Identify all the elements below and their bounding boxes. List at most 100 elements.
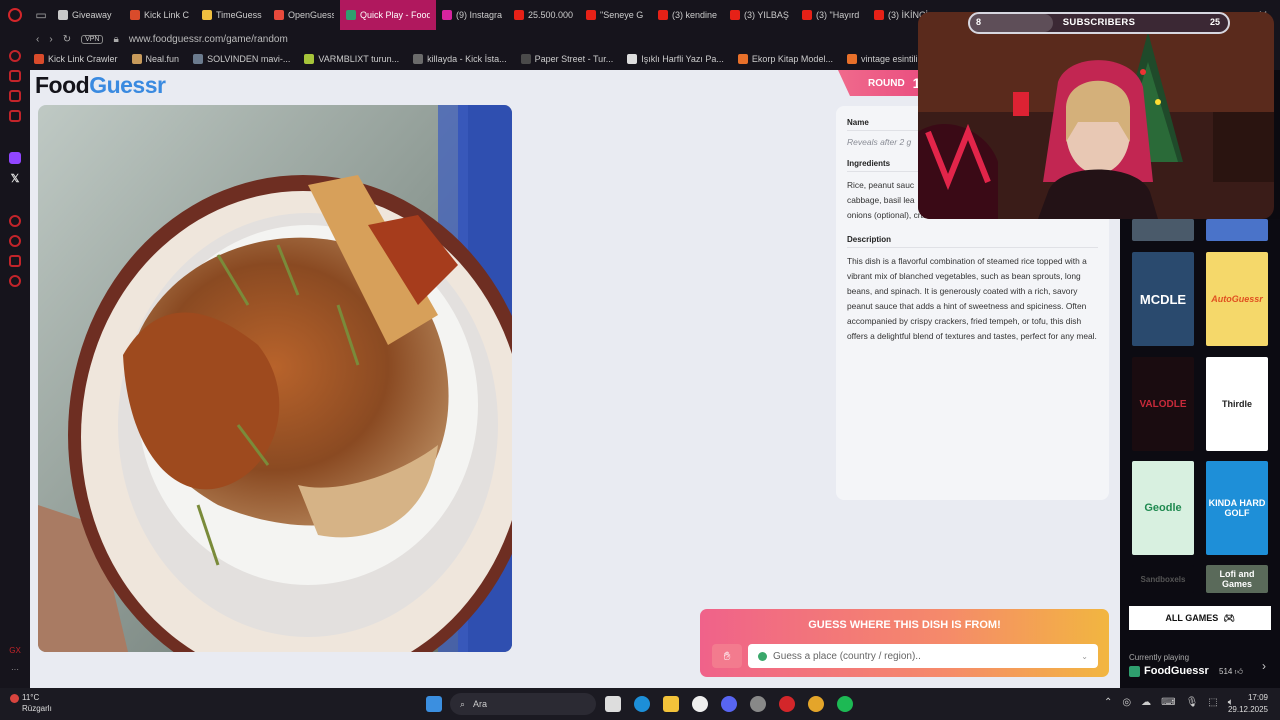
- current-game[interactable]: FoodGuessr: [1129, 665, 1209, 677]
- game-card-kinda-hard-golf[interactable]: KINDA HARD GOLF: [1206, 461, 1268, 555]
- bookmark-label: Paper Street - Tur...: [534, 54, 614, 64]
- discord-icon[interactable]: [721, 696, 737, 712]
- tab-favicon-icon: [442, 10, 452, 20]
- task-view-icon[interactable]: [605, 696, 621, 712]
- obs-icon[interactable]: [750, 696, 766, 712]
- x-icon[interactable]: 𝕏: [11, 172, 20, 185]
- game-card-geodle[interactable]: Geodle: [1132, 461, 1194, 555]
- browser-tab[interactable]: 25.500.000: [508, 0, 580, 30]
- subscribers-goal-bar: 8 SUBSCRIBERS 25: [968, 12, 1230, 34]
- browser-tab[interactable]: (3) "Hayırd: [796, 0, 868, 30]
- next-icon[interactable]: ›: [1262, 659, 1266, 673]
- bookmark-item[interactable]: Paper Street - Tur...: [520, 54, 614, 64]
- bookmark-item[interactable]: VARMBLIXT turun...: [304, 54, 399, 64]
- bookmark-item[interactable]: killayda - Kick İsta...: [413, 54, 507, 64]
- start-icon[interactable]: [426, 696, 442, 712]
- aria-icon[interactable]: [9, 50, 21, 62]
- weather-icon: [10, 694, 19, 703]
- browser-tab[interactable]: (3) YILBAŞ: [724, 0, 796, 30]
- keyboard-icon[interactable]: ⌨︎: [1161, 697, 1175, 708]
- game-card-thirdle[interactable]: Thirdle: [1206, 357, 1268, 451]
- bookmark-item[interactable]: SOLVINDEN mavi-...: [193, 54, 290, 64]
- bookmark-favicon-icon: [304, 54, 315, 64]
- description-heading: Description: [847, 235, 1098, 248]
- game-card-partial-right[interactable]: [1206, 219, 1268, 241]
- taskbar-clock[interactable]: 17:09 29.12.2025: [1228, 692, 1268, 716]
- bookmark-label: Ekorp Kitap Model...: [751, 54, 833, 64]
- back-icon[interactable]: ‹: [36, 34, 39, 45]
- bookmark-item[interactable]: Işıklı Harfli Yazı Pa...: [627, 54, 724, 64]
- browser-tab[interactable]: "Seneye G: [580, 0, 652, 30]
- guess-input[interactable]: Guess a place (country / region).. ⌄: [748, 644, 1098, 668]
- file-explorer-icon[interactable]: [663, 696, 679, 712]
- game-card-valodle[interactable]: VALODLE: [1132, 357, 1194, 451]
- game-card-partial-left[interactable]: [1132, 219, 1194, 241]
- bookmark-label: Neal.fun: [145, 54, 180, 64]
- browser-tab[interactable]: OpenGuess: [268, 0, 340, 30]
- cloud-icon[interactable]: ☁︎: [1141, 697, 1151, 708]
- browser-tab[interactable]: TimeGuess: [196, 0, 268, 30]
- subscribers-label: SUBSCRIBERS: [1062, 17, 1136, 28]
- tab-label: 25.500.000: [528, 10, 574, 20]
- opera-gx-icon[interactable]: [779, 696, 795, 712]
- hint-button[interactable]: ✋︎: [712, 644, 742, 668]
- game-card-lofi-and-games[interactable]: Lofi and Games: [1206, 565, 1268, 593]
- messenger-icon[interactable]: [9, 70, 21, 82]
- tab-favicon-icon: [730, 10, 740, 20]
- subscribers-goal: 25: [1209, 17, 1220, 27]
- game-card-mcdle[interactable]: MCDLE: [1132, 252, 1194, 346]
- tab-favicon-icon: [58, 10, 68, 20]
- tab-overview-icon[interactable]: ▭: [30, 0, 52, 30]
- all-games-button[interactable]: ALL GAMES 🎮︎: [1129, 606, 1271, 630]
- webcam-overlay: [918, 12, 1274, 219]
- twitch-icon[interactable]: [9, 152, 21, 164]
- chat-icon[interactable]: [9, 90, 21, 102]
- forward-icon[interactable]: ›: [49, 34, 52, 45]
- opera-logo-icon[interactable]: [0, 0, 30, 30]
- chevron-up-icon[interactable]: ⌃: [1104, 697, 1112, 708]
- microphone-icon[interactable]: 🎙︎: [1186, 697, 1199, 708]
- history-icon[interactable]: [9, 235, 21, 247]
- currently-playing-label: Currently playing: [1129, 653, 1190, 662]
- reload-icon[interactable]: ↻: [63, 34, 71, 45]
- browser-tab[interactable]: Kick Link C: [124, 0, 196, 30]
- bookmark-label: Kick Link Crawler: [48, 54, 118, 64]
- tab-favicon-icon: [130, 10, 140, 20]
- browser-tab[interactable]: Quick Play - FoodGu: [340, 0, 436, 30]
- url-field[interactable]: www.foodguessr.com/game/random: [129, 34, 288, 45]
- chrome-icon[interactable]: [808, 696, 824, 712]
- weather-widget[interactable]: 11°C Rüzgarlı: [10, 692, 52, 714]
- taskbar-search[interactable]: ⌕ Ara: [450, 693, 596, 715]
- extensions-icon[interactable]: [9, 255, 21, 267]
- bookmark-favicon-icon: [846, 54, 857, 64]
- bookmark-item[interactable]: Neal.fun: [131, 54, 180, 64]
- browser-tab[interactable]: (9) Instagra: [436, 0, 508, 30]
- tray-app-icon[interactable]: ◎: [1122, 697, 1131, 708]
- network-icon[interactable]: ⬚: [1208, 697, 1217, 708]
- vpn-badge[interactable]: VPN: [81, 34, 104, 44]
- chevron-down-icon[interactable]: ⌄: [1081, 652, 1088, 661]
- game-card-autoguessr[interactable]: AutoGuessr: [1206, 252, 1268, 346]
- bookmark-favicon-icon: [193, 54, 204, 64]
- tab-label: Kick Link C: [144, 10, 190, 20]
- spotify-icon[interactable]: [837, 696, 853, 712]
- tab-label: (3) "Hayırd: [816, 10, 860, 20]
- bookmark-item[interactable]: Kick Link Crawler: [34, 54, 118, 64]
- browser-tab[interactable]: (3) kendine: [652, 0, 724, 30]
- browser-tab[interactable]: Giveaway: [52, 0, 124, 30]
- bookmark-favicon-icon: [737, 54, 748, 64]
- game-card-sandboxels[interactable]: Sandboxels: [1132, 565, 1194, 593]
- bookmark-item[interactable]: Ekorp Kitap Model...: [737, 54, 833, 64]
- media-icon[interactable]: [9, 110, 21, 122]
- gx-icon[interactable]: GX: [9, 646, 21, 655]
- foodguessr-logo[interactable]: FoodGuessr: [35, 72, 166, 99]
- bookmark-label: Işıklı Harfli Yazı Pa...: [641, 54, 724, 64]
- more-icon[interactable]: ···: [11, 665, 19, 674]
- settings-icon[interactable]: [9, 275, 21, 287]
- player-icon[interactable]: [9, 215, 21, 227]
- likes-count[interactable]: 514 👍︎: [1219, 667, 1243, 677]
- edge-icon[interactable]: [634, 696, 650, 712]
- dish-photo: [38, 105, 512, 652]
- windows-taskbar: 11°C Rüzgarlı ⌕ Ara ⌃ ◎ ☁︎ ⌨︎ 🎙︎ ⬚ 🔈︎ 17…: [0, 688, 1280, 720]
- steam-icon[interactable]: [692, 696, 708, 712]
